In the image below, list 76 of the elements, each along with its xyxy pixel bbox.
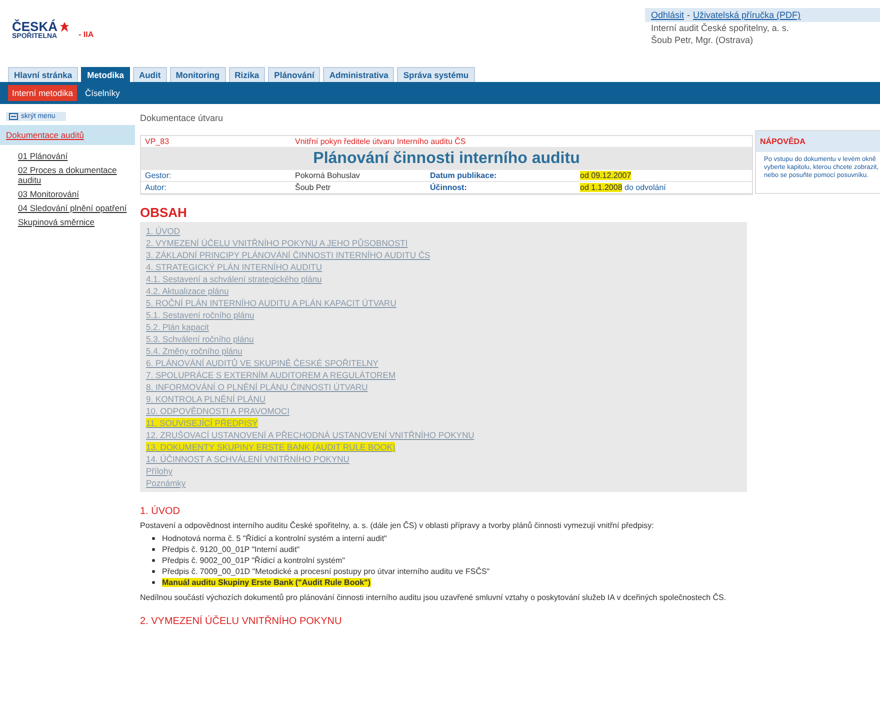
sidebar-item[interactable]: 03 Monitorování xyxy=(0,187,135,201)
breadcrumb: Dokumentace útvaru xyxy=(140,112,224,125)
user-name-text: Šoub Petr, Mgr. (Ostrava) xyxy=(650,34,754,46)
contents-link[interactable]: 8. INFORMOVÁNÍ O PLNĚNÍ PLÁNU ČINNOSTI ÚTVARU xyxy=(146,382,368,392)
date-value: od 09.12.2007 xyxy=(580,171,632,180)
contents-link[interactable]: 4. STRATEGICKÝ PLÁN INTERNÍHO AUDITU xyxy=(146,262,322,272)
organization-text: Interní audit České spořitelny, a. s. xyxy=(650,22,790,34)
contents-link[interactable]: 5.4. Změny ročního plánu xyxy=(146,346,242,356)
logout-link[interactable]: Odhlásit xyxy=(651,10,684,20)
contents-link[interactable]: 5.3. Schválení ročního plánu xyxy=(146,334,254,344)
bullet-icon xyxy=(152,581,155,584)
date-value: od 1.1.2008 xyxy=(580,183,622,192)
separator-text: - xyxy=(687,10,690,20)
list-item: Hodnotová norma č. 5 "Řídicí a kontrolní systém a interní audit" xyxy=(162,534,387,543)
subnav-tab[interactable]: Číselníky xyxy=(80,85,124,101)
contents-link[interactable]: 10. ODPOVĚDNOSTI A PRAVOMOCI xyxy=(146,406,290,416)
nav-tab[interactable]: Plánování xyxy=(268,67,320,82)
sidebar-item[interactable]: 02 Proces a dokumentace auditu xyxy=(0,163,135,187)
sidebar-item[interactable]: 04 Sledování plnění opatření xyxy=(0,201,135,215)
contents-link[interactable]: 2. VYMEZENÍ ÚČELU VNITŘNÍHO POKYNU A JEHO PŮSOBNOSTI xyxy=(146,238,408,248)
nav-tab[interactable]: Hlavní stránka xyxy=(8,67,78,82)
paragraph: Postavení a odpovědnost interního auditu České spořitelny, a. s. (dále jen ČS) v oblasti přípravy a tvorby plánů činnosti vymezují vnitřní předpisy: xyxy=(140,521,655,530)
contents-link[interactable]: 5.1. Sestavení ročního plánu xyxy=(146,310,254,320)
list-item: Předpis č. 9002_00_01P "Řídicí a kontrolní systém" xyxy=(162,556,345,565)
list-item: Předpis č. 9120_00_01P "Interní audit" xyxy=(162,545,300,554)
sidebar-item[interactable]: 01 Plánování xyxy=(0,149,135,163)
contents-link[interactable]: 13. DOKUMENTY SKUPINY ERSTE BANK (AUDIT RULE BOOK) xyxy=(146,442,396,452)
contents-link[interactable]: 5. ROČNÍ PLÁN INTERNÍHO AUDITU A PLÁN KAPACIT ÚTVARU xyxy=(146,298,396,308)
contents-link[interactable]: 11. SOUVISEJÍCÍ PŘEDPISY xyxy=(146,418,258,428)
section-heading: 2. VYMEZENÍ ÚČELU VNITŘNÍHO POKYNU xyxy=(140,616,343,627)
collapse-icon xyxy=(9,113,18,120)
document-code: VP_83 xyxy=(144,136,170,147)
bullet-icon xyxy=(152,559,155,562)
list-item: Manuál auditu Skupiny Erste Bank ("Audit Rule Book") xyxy=(162,578,370,587)
field-value: Pokorná Bohuslav xyxy=(294,170,361,181)
document-type: Vnitřní pokyn ředitele útvaru Interního auditu ČS xyxy=(294,136,467,147)
field-label: Gestor: xyxy=(144,170,172,181)
contents-link[interactable]: 14. ÚČINNOST A SCHVÁLENÍ VNITŘNÍHO POKYNU xyxy=(146,454,350,464)
contents-link[interactable]: 4.2. Aktualizace plánu xyxy=(146,286,229,296)
sidebar-item[interactable]: Skupinová směrnice xyxy=(0,215,135,229)
field-label: Datum publikace: xyxy=(429,170,498,181)
field-label: Účinnost: xyxy=(429,182,468,193)
contents-link[interactable]: 5.2. Plán kapacit xyxy=(146,322,209,332)
nav-tab[interactable]: Audit xyxy=(132,67,167,82)
nav-tab[interactable]: Administrativa xyxy=(323,67,394,82)
field-value: Šoub Petr xyxy=(294,182,332,193)
subnav-tab[interactable]: Interní metodika xyxy=(8,85,77,101)
contents-link[interactable]: 6. PLÁNOVÁNÍ AUDITŮ VE SKUPINĚ ČESKÉ SPOŘITELNY xyxy=(146,358,378,368)
paragraph: Nedílnou součástí výchozích dokumentů pro plánování činnosti interního auditu jsou uzavřené smluvní vztahy o poskytování služeb IA v dceřiných společnostech ČS. xyxy=(140,593,728,602)
bullet-icon xyxy=(152,548,155,551)
contents-link[interactable]: 4.1. Sestavení a schválení strategického plánu xyxy=(146,274,322,284)
note-text: do odvolání xyxy=(624,183,666,192)
contents-link[interactable]: 7. SPOLUPRÁCE S EXTERNÍM AUDITOREM A REGULÁTOREM xyxy=(146,370,396,380)
nav-tab[interactable]: Metodika xyxy=(81,67,130,82)
sidebar-item[interactable]: Dokumentace auditů xyxy=(0,125,135,145)
contents-link[interactable]: 1. ÚVOD xyxy=(146,226,180,236)
nav-tab[interactable]: Rizika xyxy=(228,67,266,82)
contents-link[interactable]: 12. ZRUŠOVACÍ USTANOVENÍ A PŘECHODNÁ USTANOVENÍ VNITŘNÍHO POKYNU xyxy=(146,430,474,440)
logo-icon xyxy=(60,22,69,32)
logo-suffix: - IIA xyxy=(78,30,94,40)
contents-heading: OBSAH xyxy=(140,205,188,220)
list-item: Předpis č. 7009_00_01D "Metodické a procesní postupy pro útvar interního auditu ve FSČS" xyxy=(162,567,490,576)
contents-link[interactable]: Přílohy xyxy=(146,466,172,476)
section-heading: 1. ÚVOD xyxy=(140,506,182,517)
contents-link[interactable]: 9. KONTROLA PLNĚNÍ PLÁNU xyxy=(146,394,266,404)
nav-tab[interactable]: Monitoring xyxy=(170,67,226,82)
contents-link[interactable]: 3. ZÁKLADNÍ PRINCIPY PLÁNOVÁNÍ ČINNOSTI INTERNÍHO AUDITU ČS xyxy=(146,250,430,260)
bullet-icon xyxy=(152,570,155,573)
field-label: Autor: xyxy=(144,182,168,193)
document-title: Plánování činnosti interního auditu xyxy=(141,148,752,170)
bullet-icon xyxy=(152,537,155,540)
help-title: NÁPOVĚDA xyxy=(756,131,880,152)
contents-link[interactable]: Poznámky xyxy=(146,478,186,488)
nav-tab[interactable]: Správa systému xyxy=(397,67,475,82)
logo-text: ČESKÁ xyxy=(12,20,58,33)
manual-link[interactable]: Uživatelská příručka (PDF) xyxy=(693,10,801,20)
